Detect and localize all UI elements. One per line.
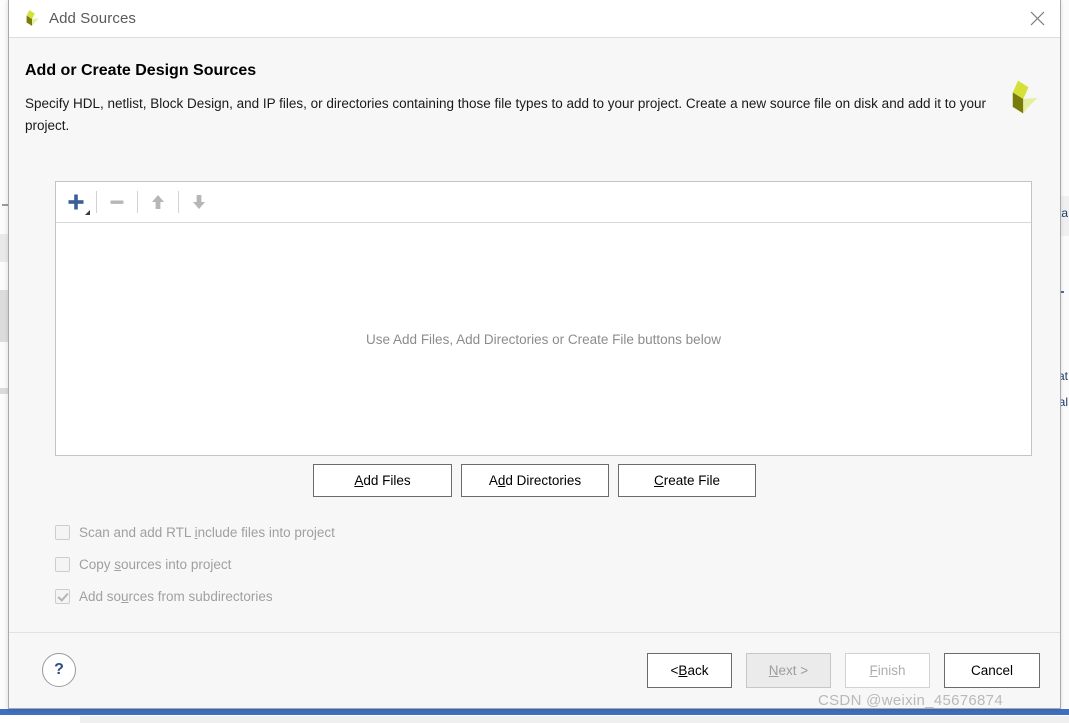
page-description: Specify HDL, netlist, Block Design, and … (25, 96, 987, 133)
page-title: Add or Create Design Sources (25, 62, 257, 79)
finish-mnemonic: F (869, 663, 878, 678)
minus-icon (110, 200, 124, 204)
create-file-button[interactable]: Create File (618, 464, 756, 497)
dialog-title-bar: Add Sources (9, 0, 1060, 38)
source-options-group: Scan and add RTL include files into proj… (55, 516, 335, 612)
create-file-mnemonic: C (653, 473, 664, 488)
source-list-empty-message: Use Add Files, Add Directories or Create… (366, 331, 721, 347)
next-mnemonic: N (768, 663, 779, 678)
add-source-button[interactable] (56, 182, 96, 222)
add-directories-button[interactable]: Add Directories (461, 464, 609, 497)
cancel-label: Cancel (970, 663, 1014, 678)
copy-sources-checkbox[interactable]: Copy sources into project (55, 548, 335, 580)
help-button[interactable]: ? (42, 653, 76, 687)
vivado-logo-icon (26, 9, 39, 26)
finish-suffix: inish (877, 663, 906, 678)
chevron-down-icon (85, 210, 90, 215)
arrow-down-icon (193, 195, 205, 209)
add-subdirectories-checkbox[interactable]: Add sources from subdirectories (55, 580, 335, 612)
add-directories-prefix: A (488, 473, 498, 488)
close-icon[interactable] (1014, 0, 1060, 37)
back-mnemonic: B (678, 663, 688, 678)
scan-rtl-include-checkbox[interactable]: Scan and add RTL include files into proj… (55, 516, 335, 548)
next-suffix: ext > (778, 663, 809, 678)
source-list-toolbar (56, 182, 1031, 223)
add-sources-dialog: Add Sources Add or Create Design Sources… (8, 0, 1061, 709)
checkbox-indicator (55, 524, 70, 540)
vivado-logo-icon (1012, 80, 1038, 114)
back-suffix: ack (687, 663, 709, 678)
watermark: CSDN @weixin_45676874 (818, 692, 1003, 709)
add-directories-mnemonic: d (497, 473, 506, 488)
plus-icon (68, 194, 84, 210)
next-button[interactable]: Next > (746, 653, 831, 688)
checkbox-indicator (55, 588, 70, 604)
copy-sources-label: Copy sources into project (79, 556, 232, 572)
source-action-buttons: Add Files Add Directories Create File (9, 464, 1060, 497)
scan-rtl-include-label: Scan and add RTL include files into proj… (79, 524, 335, 540)
add-directories-suffix: d Directories (505, 473, 582, 488)
remove-source-button[interactable] (97, 182, 137, 222)
dialog-title: Add Sources (49, 10, 136, 27)
create-file-suffix: reate File (663, 473, 721, 488)
back-button[interactable]: < Back (647, 653, 732, 688)
back-prefix: < (670, 663, 679, 678)
checkbox-indicator (55, 556, 70, 572)
arrow-up-icon (152, 195, 164, 209)
add-subdirectories-label: Add sources from subdirectories (79, 588, 273, 604)
move-up-button[interactable] (138, 182, 178, 222)
finish-button[interactable]: Finish (845, 653, 930, 688)
move-down-button[interactable] (179, 182, 219, 222)
source-list-panel: Use Add Files, Add Directories or Create… (55, 181, 1032, 456)
taskbar-inner (80, 716, 1069, 723)
footer-divider (9, 632, 1060, 633)
add-files-mnemonic: A (354, 473, 364, 488)
wizard-navigation-buttons: < Back Next > Finish Cancel (647, 653, 1040, 688)
add-files-button[interactable]: Add Files (313, 464, 452, 497)
dialog-header: Add or Create Design Sources Specify HDL… (9, 38, 1060, 158)
add-files-suffix: dd Files (363, 473, 411, 488)
cancel-button[interactable]: Cancel (944, 653, 1040, 688)
